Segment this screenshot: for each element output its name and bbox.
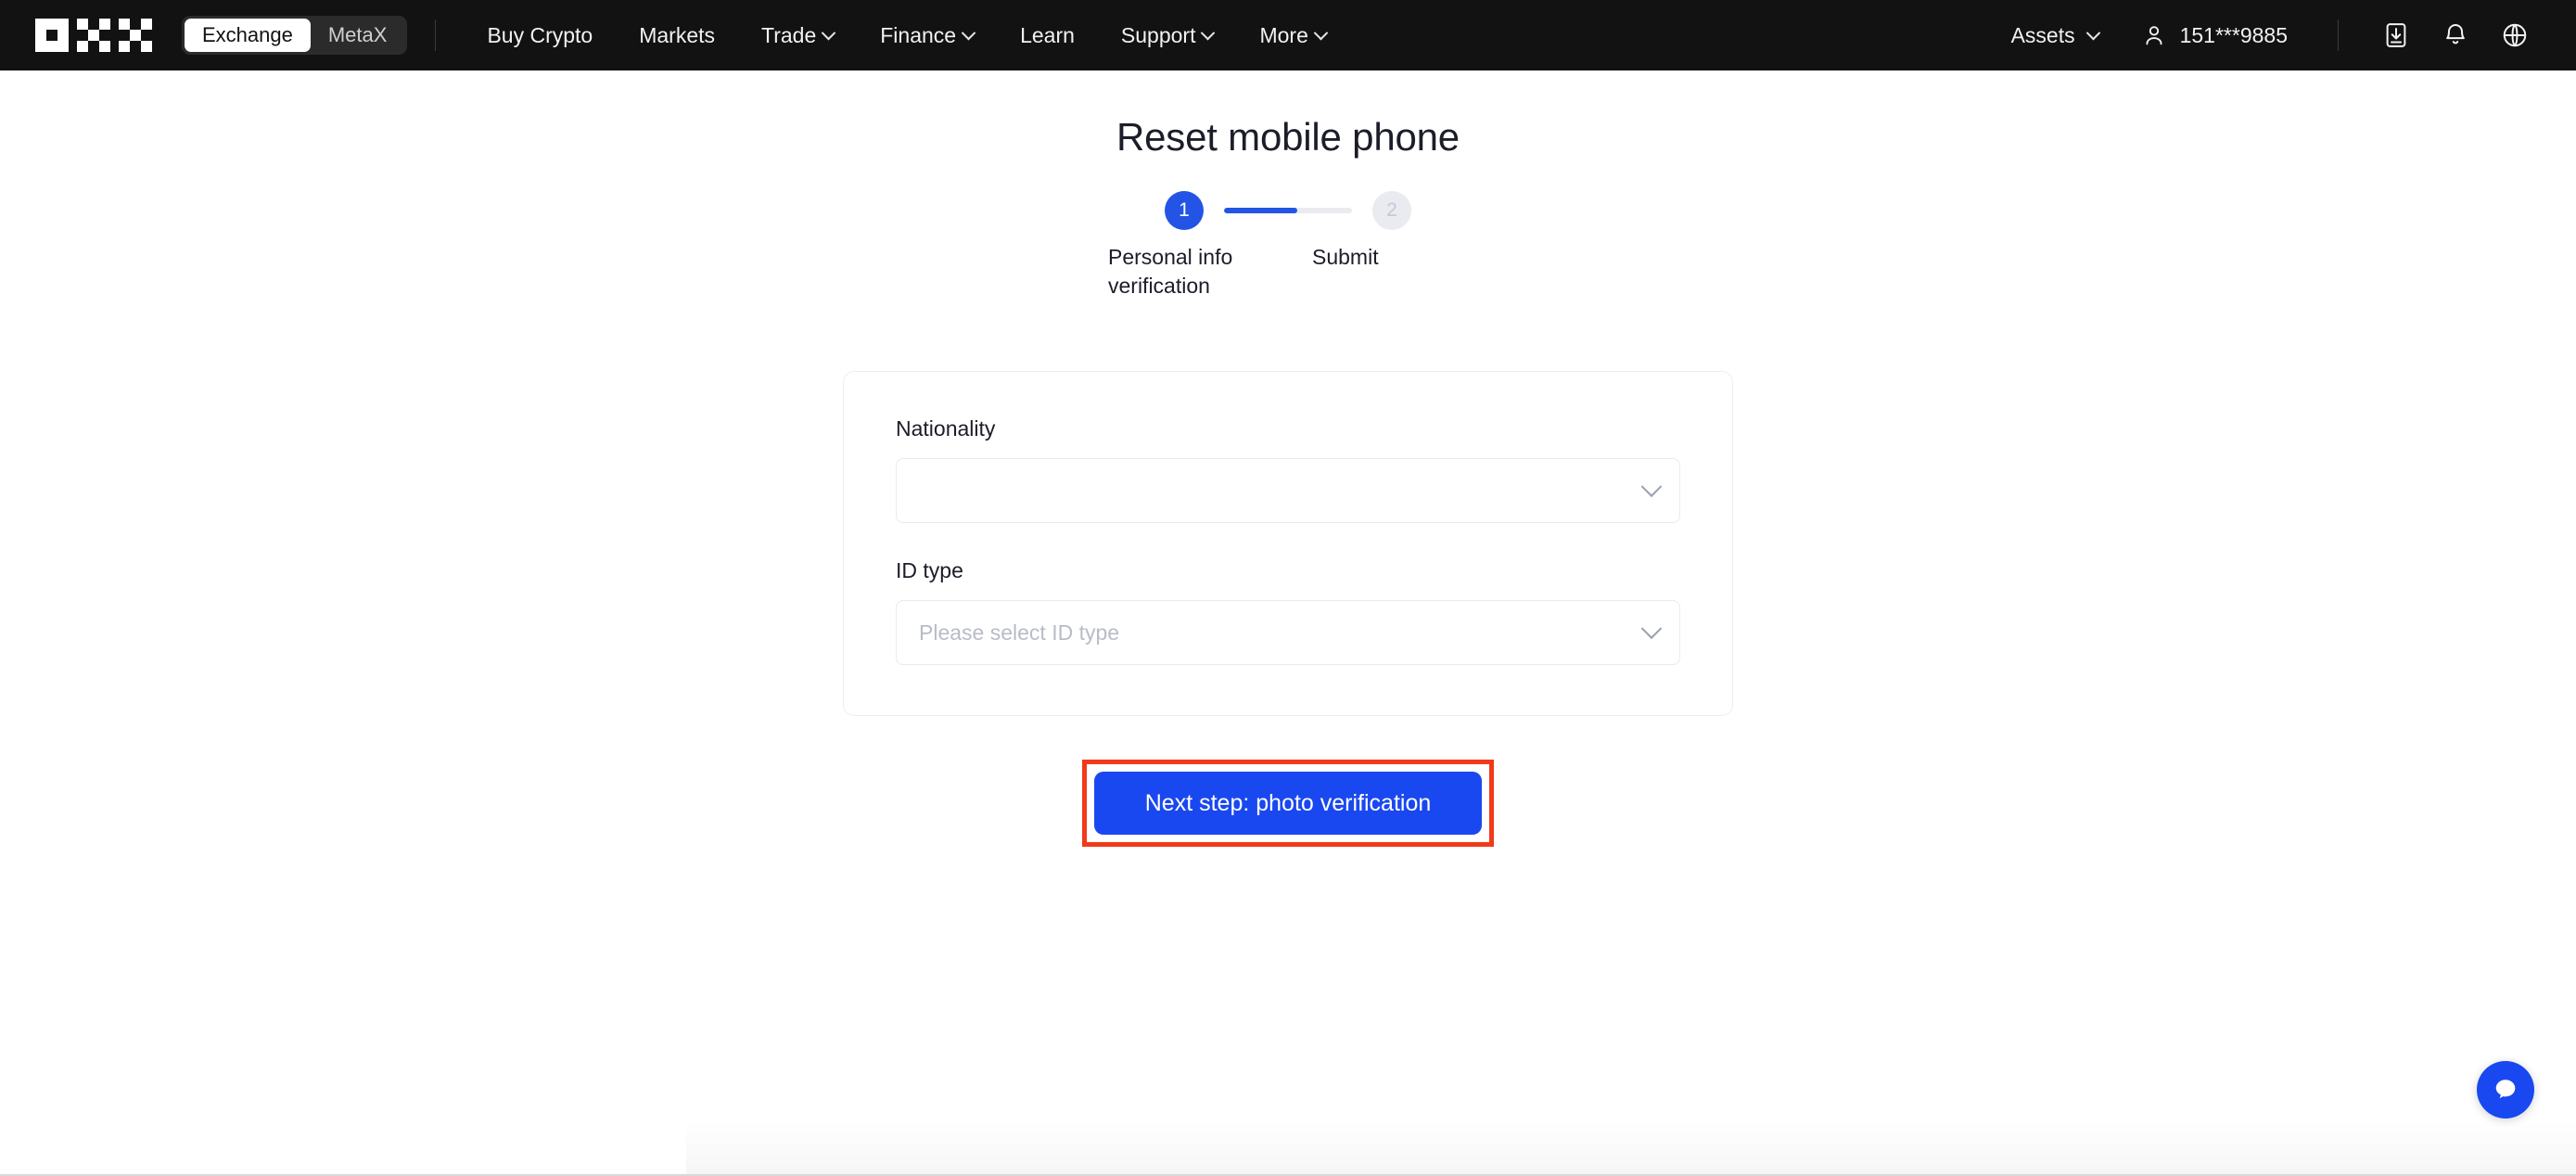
nav-item-support[interactable]: Support	[1098, 0, 1237, 70]
id-type-label: ID type	[896, 558, 963, 582]
nav-item-trade[interactable]: Trade	[738, 0, 857, 70]
header-divider	[435, 19, 437, 51]
chevron-down-icon	[821, 25, 836, 40]
notifications-button[interactable]	[2426, 6, 2485, 65]
download-icon	[2386, 23, 2406, 47]
stepper-labels: Personal info verification Submit	[1093, 243, 1483, 300]
language-selector-button[interactable]	[2485, 6, 2544, 65]
chevron-down-icon	[2085, 25, 2100, 40]
step-2-label: Submit	[1312, 245, 1379, 269]
id-type-select[interactable]: Please select ID type	[896, 600, 1680, 665]
next-step-photo-verification-button[interactable]: Next step: photo verification	[1094, 772, 1482, 835]
download-app-button[interactable]	[2366, 6, 2426, 65]
cta-highlight-box: Next step: photo verification	[1082, 760, 1494, 847]
nav-item-more[interactable]: More	[1236, 0, 1348, 70]
stepper-track-fill	[1224, 208, 1297, 213]
progress-stepper: 1 2 Personal info verification Submit	[1093, 160, 1483, 300]
cta-area: Next step: photo verification	[0, 760, 2576, 847]
nationality-label: Nationality	[896, 416, 996, 441]
nav-item-markets[interactable]: Markets	[616, 0, 738, 70]
product-switcher[interactable]: Exchange MetaX	[182, 16, 408, 55]
nav-item-markets-label: Markets	[639, 22, 716, 47]
bottom-fade	[686, 1122, 2576, 1174]
stepper-row: 1 2	[1093, 191, 1483, 230]
stepper-track	[1224, 208, 1352, 213]
id-type-select-placeholder: Please select ID type	[919, 620, 1120, 645]
chevron-down-icon	[961, 25, 976, 40]
chevron-down-icon	[1313, 25, 1329, 40]
nationality-select[interactable]	[896, 458, 1680, 523]
nav-item-learn[interactable]: Learn	[997, 0, 1098, 70]
step-1-number: 1	[1179, 199, 1190, 221]
chat-bubble-icon	[2495, 1080, 2516, 1099]
globe-language-icon	[2503, 23, 2527, 47]
switcher-option-exchange[interactable]: Exchange	[185, 19, 311, 52]
nav-item-trade-label: Trade	[761, 22, 817, 47]
nav-item-learn-label: Learn	[1020, 22, 1075, 47]
assets-menu[interactable]: Assets	[1991, 23, 2119, 48]
chevron-down-icon	[1640, 476, 1663, 498]
main-nav: Buy Crypto Markets Trade Finance Learn S…	[464, 0, 1348, 70]
okx-logo[interactable]	[35, 19, 152, 52]
chat-support-button[interactable]	[2477, 1061, 2534, 1118]
header-divider-right	[2338, 19, 2339, 51]
okx-logo-mark	[35, 19, 152, 52]
nav-item-finance[interactable]: Finance	[857, 0, 997, 70]
header-right-cluster: Assets 151***9885	[1991, 6, 2544, 65]
chevron-down-icon	[1640, 618, 1663, 640]
nav-item-more-label: More	[1259, 22, 1308, 47]
account-menu[interactable]: 151***9885	[2119, 22, 2310, 48]
notification-bell-icon	[2446, 24, 2465, 45]
chevron-down-icon	[1201, 25, 1216, 40]
switcher-option-metax[interactable]: MetaX	[311, 19, 405, 52]
switcher-option-metax-label: MetaX	[327, 23, 388, 46]
page-body: Reset mobile phone 1 2 Personal info ver…	[0, 70, 2576, 1176]
nav-item-buy-crypto[interactable]: Buy Crypto	[464, 0, 616, 70]
nav-item-buy-crypto-label: Buy Crypto	[487, 22, 593, 47]
step-2-number: 2	[1386, 199, 1397, 221]
step-1-label: Personal info verification	[1108, 245, 1233, 298]
user-avatar-icon	[2146, 26, 2162, 45]
top-navigation-bar: Exchange MetaX Buy Crypto Markets Trade …	[0, 0, 2576, 70]
verification-form-card: Nationality ID type Please select ID typ…	[843, 371, 1733, 716]
page-title: Reset mobile phone	[1116, 115, 1460, 159]
assets-menu-label: Assets	[2010, 22, 2075, 47]
step-1-circle: 1	[1165, 191, 1204, 230]
step-2-circle: 2	[1372, 191, 1411, 230]
switcher-option-exchange-label: Exchange	[202, 23, 293, 46]
account-phone-label: 151***9885	[2179, 22, 2288, 47]
nav-item-finance-label: Finance	[880, 22, 957, 47]
nav-item-support-label: Support	[1120, 22, 1196, 47]
